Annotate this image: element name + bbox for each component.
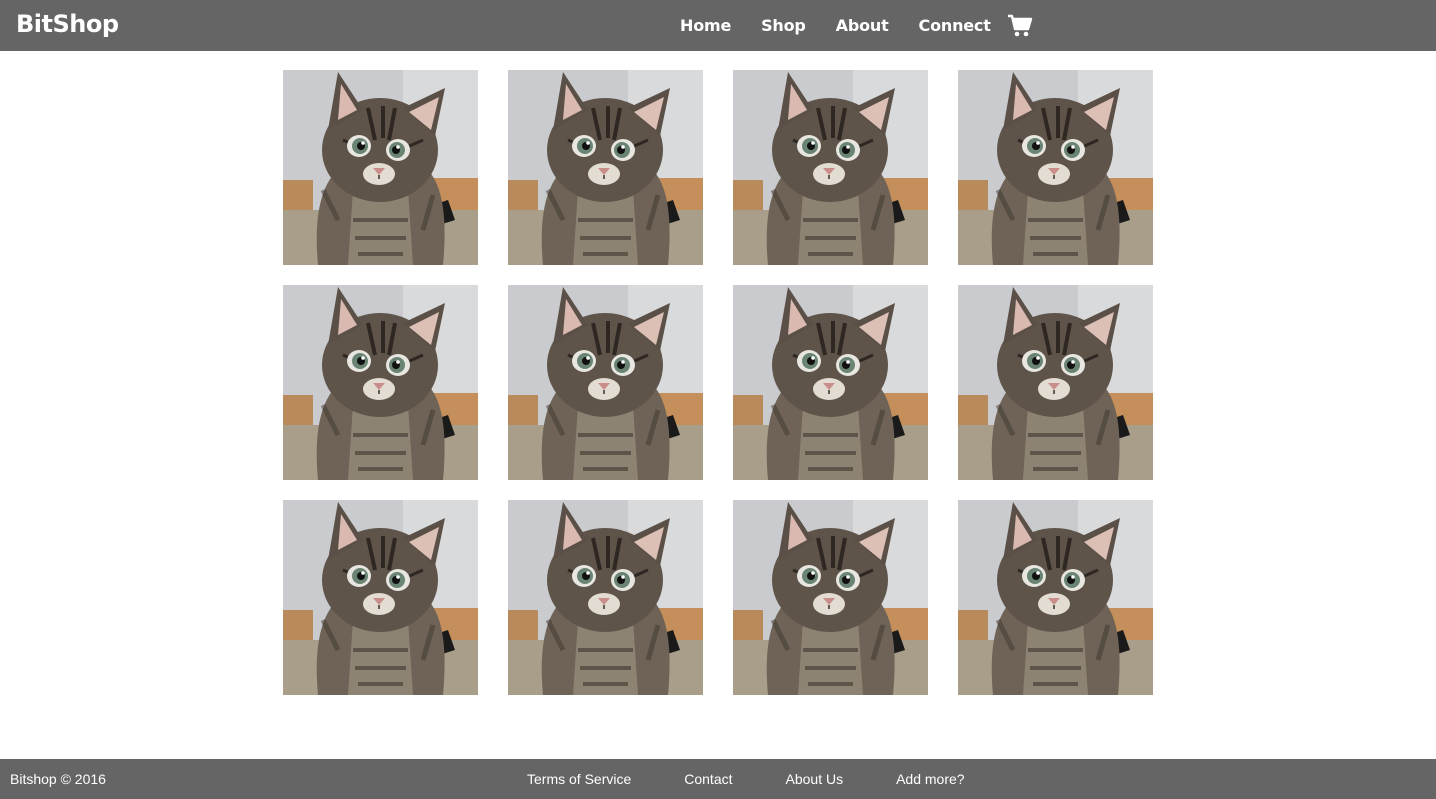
- kitten-photo: [508, 70, 703, 265]
- product-image[interactable]: [508, 500, 703, 695]
- kitten-photo: [283, 285, 478, 480]
- product-image[interactable]: [733, 500, 928, 695]
- product-image[interactable]: [958, 500, 1153, 695]
- nav-connect[interactable]: Connect: [919, 16, 991, 35]
- product-image[interactable]: [283, 70, 478, 265]
- top-navbar: BitShop Home Shop About Connect: [0, 0, 1436, 51]
- product-image[interactable]: [283, 285, 478, 480]
- footer-link-contact[interactable]: Contact: [684, 771, 732, 787]
- product-image[interactable]: [733, 285, 928, 480]
- kitten-photo: [508, 500, 703, 695]
- product-grid: [283, 70, 1153, 695]
- nav-shop[interactable]: Shop: [761, 16, 806, 35]
- product-image[interactable]: [508, 70, 703, 265]
- brand-logo[interactable]: BitShop: [16, 10, 119, 38]
- nav-about[interactable]: About: [836, 16, 889, 35]
- kitten-photo: [283, 500, 478, 695]
- main-nav: Home Shop About Connect: [680, 0, 1033, 51]
- shopping-cart-icon[interactable]: [1007, 14, 1033, 38]
- kitten-photo: [958, 285, 1153, 480]
- nav-home[interactable]: Home: [680, 16, 731, 35]
- kitten-photo: [733, 500, 928, 695]
- footer-bar: Bitshop © 2016 Terms of Service Contact …: [0, 759, 1436, 799]
- footer-link-add-more[interactable]: Add more?: [896, 771, 964, 787]
- kitten-photo: [283, 70, 478, 265]
- product-image[interactable]: [508, 285, 703, 480]
- product-image[interactable]: [283, 500, 478, 695]
- kitten-photo: [733, 70, 928, 265]
- footer-link-terms[interactable]: Terms of Service: [527, 771, 631, 787]
- footer-link-about-us[interactable]: About Us: [786, 771, 844, 787]
- kitten-photo: [733, 285, 928, 480]
- product-image[interactable]: [733, 70, 928, 265]
- product-image[interactable]: [958, 285, 1153, 480]
- copyright-text: Bitshop © 2016: [10, 771, 106, 787]
- kitten-photo: [958, 70, 1153, 265]
- kitten-photo: [508, 285, 703, 480]
- product-image[interactable]: [958, 70, 1153, 265]
- kitten-photo: [958, 500, 1153, 695]
- footer-links: Terms of Service Contact About Us Add mo…: [527, 771, 1018, 787]
